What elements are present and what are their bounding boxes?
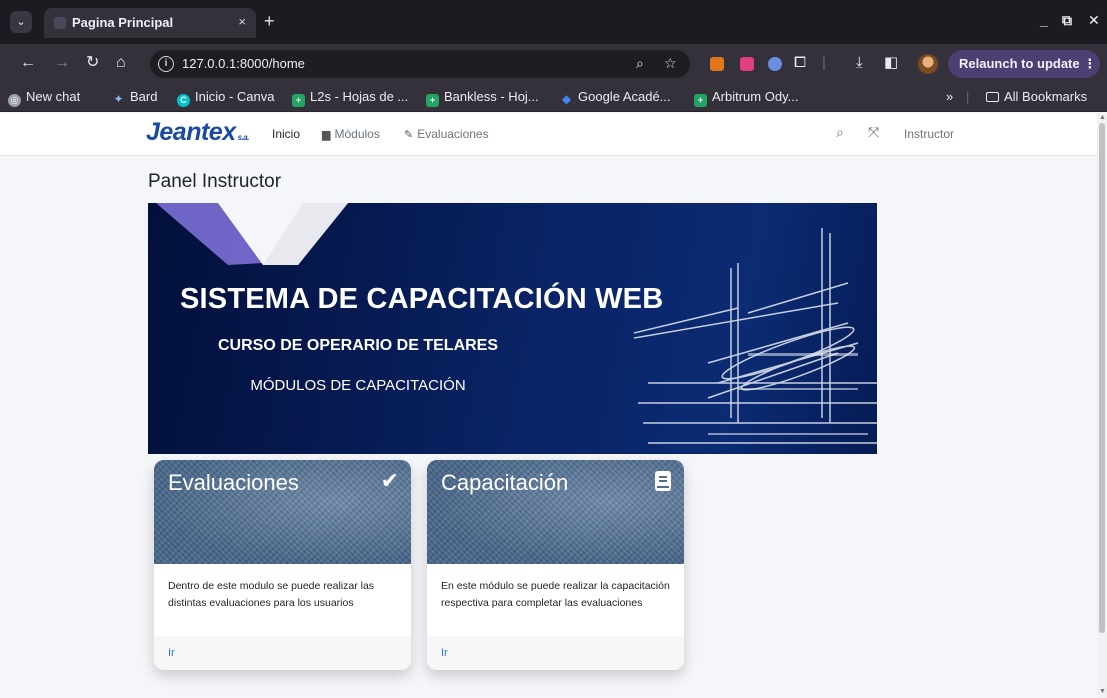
sheets-icon: +: [694, 94, 707, 107]
card-link-ir[interactable]: Ir: [441, 647, 448, 659]
close-window-icon[interactable]: ✕: [1088, 12, 1100, 29]
tab-favicon-icon: [54, 17, 66, 29]
bookmark-google-academico[interactable]: ◆ Google Acadé...: [560, 89, 671, 106]
extension-cloud-icon[interactable]: [768, 57, 782, 71]
all-bookmarks-button[interactable]: All Bookmarks: [986, 89, 1087, 104]
downloads-icon[interactable]: ⤓: [856, 54, 863, 72]
bookmark-bard[interactable]: ✦ Bard: [112, 89, 157, 106]
back-icon[interactable]: ←: [20, 54, 36, 72]
fullscreen-icon[interactable]: ⤧: [868, 124, 879, 141]
browser-toolbar: ← → ↻ ⌂ i 127.0.0.1:8000/home ⌕ ☆ ⧠ | ⤓ …: [0, 44, 1107, 84]
browser-tab[interactable]: Pagina Principal ×: [44, 8, 256, 38]
scholar-icon: ◆: [561, 92, 572, 106]
brand-logo[interactable]: Jeantex s.a.: [146, 118, 249, 147]
hero-banner: SISTEMA DE CAPACITACIÓN WEB CURSO DE OPE…: [148, 203, 877, 454]
page-scrollbar[interactable]: ▲ ▼: [1097, 113, 1107, 698]
tab-close-icon[interactable]: ×: [238, 14, 246, 29]
url-text[interactable]: 127.0.0.1:8000/home: [182, 56, 305, 71]
card-title: Evaluaciones: [168, 470, 299, 495]
bookmark-star-icon[interactable]: ☆: [664, 55, 677, 72]
card-header-denim: Evaluaciones ✔: [154, 460, 411, 564]
extension-mi-icon[interactable]: [740, 57, 754, 71]
file-icon: ▆: [322, 129, 331, 141]
scrollbar-thumb[interactable]: [1099, 123, 1105, 633]
forward-icon[interactable]: →: [54, 54, 70, 72]
card-footer: Ir: [154, 636, 411, 670]
bookmark-arbitrum[interactable]: + Arbitrum Ody...: [694, 89, 798, 107]
card-header-denim: Capacitación: [427, 460, 684, 564]
bookmarks-bar: ◎ New chat ✦ Bard C Inicio - Canva + L2s - H…: [0, 84, 1107, 112]
search-icon[interactable]: ⌕: [836, 124, 844, 141]
tab-search-menu-icon[interactable]: ⌄: [10, 11, 32, 33]
nav-inicio[interactable]: Inicio: [272, 127, 300, 141]
user-menu[interactable]: Instructor: [904, 127, 954, 141]
scroll-down-icon[interactable]: ▼: [1099, 688, 1106, 695]
card-title: Capacitación: [441, 470, 569, 495]
profile-avatar[interactable]: [918, 54, 938, 74]
relaunch-to-update-button[interactable]: Relaunch to update ⋮: [948, 50, 1100, 78]
canva-icon: C: [177, 94, 190, 107]
extensions-puzzle-icon[interactable]: ⧠: [794, 54, 806, 72]
nav-modulos[interactable]: ▆ Módulos: [322, 127, 380, 141]
pencil-icon: ✎: [404, 129, 414, 141]
check-icon: ✔: [380, 468, 399, 493]
card-capacitacion: Capacitación En este módulo se puede rea…: [427, 460, 684, 670]
banner-title: SISTEMA DE CAPACITACIÓN WEB: [180, 283, 664, 315]
banner-decoration: [156, 203, 877, 444]
banner-subtitle: CURSO DE OPERARIO DE TELARES: [217, 337, 499, 354]
restore-window-icon[interactable]: ⧉: [1062, 12, 1072, 29]
bookmarks-overflow-icon[interactable]: »: [946, 89, 953, 104]
bookmark-new-chat[interactable]: ◎ New chat: [8, 89, 80, 107]
bookmarks-divider: |: [966, 89, 970, 104]
bookmark-bankless[interactable]: + Bankless - Hoj...: [426, 89, 539, 107]
scroll-up-icon[interactable]: ▲: [1099, 114, 1106, 121]
app-navbar: Jeantex s.a. Inicio ▆ Módulos ✎ Evaluacione…: [0, 113, 1097, 156]
minimize-window-icon[interactable]: _: [1040, 12, 1048, 28]
side-panel-icon[interactable]: ◧: [884, 54, 898, 72]
metamask-extension-icon[interactable]: [710, 57, 724, 71]
card-footer: Ir: [427, 636, 684, 670]
site-info-icon[interactable]: i: [158, 56, 174, 72]
card-description: En este módulo se puede realizar la capa…: [441, 580, 670, 609]
card-evaluaciones: Evaluaciones ✔ Dentro de este modulo se …: [154, 460, 411, 670]
page-viewport: Jeantex s.a. Inicio ▆ Módulos ✎ Evaluacione…: [0, 113, 1097, 698]
banner-caption: MÓDULOS DE CAPACITACIÓN: [250, 377, 466, 394]
card-link-ir[interactable]: Ir: [168, 647, 175, 659]
openai-icon: ◎: [8, 94, 21, 107]
bookmark-canva[interactable]: C Inicio - Canva: [177, 89, 274, 107]
browser-tabstrip: ⌄ Pagina Principal × + _ ⧉ ✕: [0, 0, 1107, 44]
sheets-icon: +: [292, 94, 305, 107]
zoom-icon[interactable]: ⌕: [636, 55, 644, 72]
reload-icon[interactable]: ↻: [86, 54, 99, 72]
loom-illustration: [633, 228, 877, 444]
folder-icon: [986, 92, 999, 102]
new-tab-button[interactable]: +: [264, 11, 275, 31]
address-bar[interactable]: i 127.0.0.1:8000/home ⌕ ☆: [150, 50, 690, 78]
book-icon: [654, 470, 672, 496]
card-description: Dentro de este modulo se puede realizar …: [168, 580, 375, 609]
bookmark-l2s[interactable]: + L2s - Hojas de ...: [292, 89, 408, 107]
sheets-icon: +: [426, 94, 439, 107]
home-icon[interactable]: ⌂: [116, 54, 126, 72]
nav-evaluaciones[interactable]: ✎ Evaluaciones: [404, 127, 489, 141]
toolbar-divider: |: [822, 54, 826, 71]
bard-icon: ✦: [113, 92, 124, 106]
page-title: Panel Instructor: [148, 171, 282, 192]
tab-title: Pagina Principal: [72, 15, 174, 30]
